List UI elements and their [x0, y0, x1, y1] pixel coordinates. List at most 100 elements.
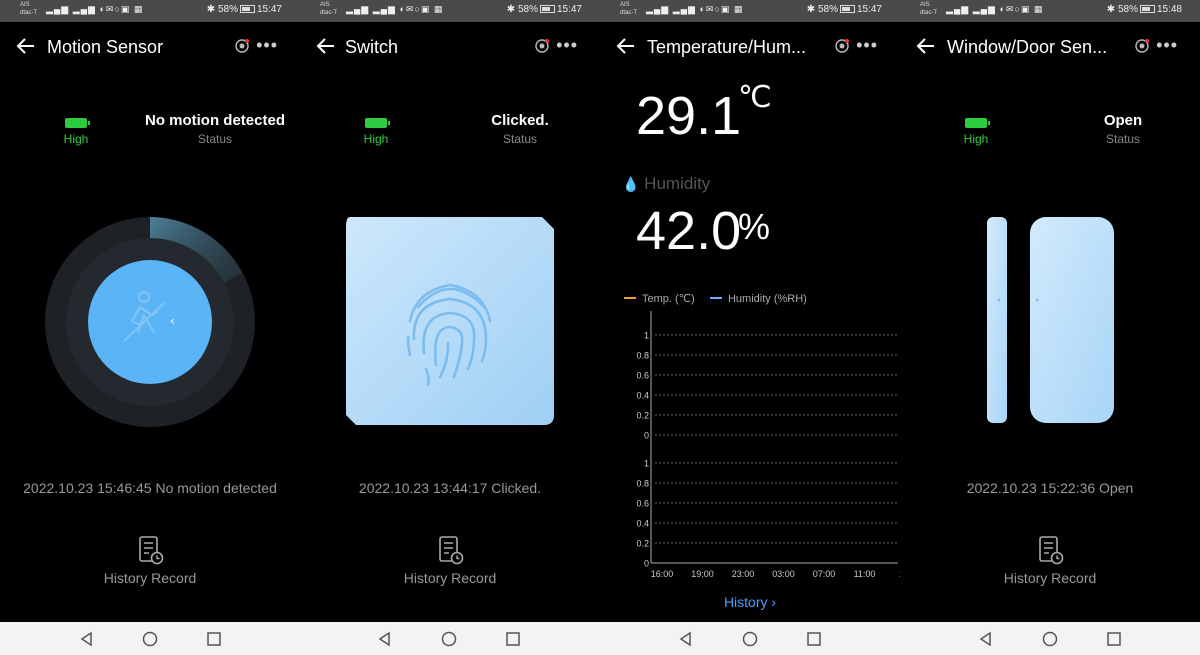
page-title: Temperature/Hum... — [647, 37, 807, 57]
nav-home-icon[interactable] — [440, 630, 458, 648]
app-header: Temperature/Hum... ••• — [600, 30, 900, 64]
more-options-icon[interactable]: ••• — [1156, 35, 1178, 56]
history-record-button[interactable]: History Record — [900, 534, 1200, 586]
nav-recents-icon[interactable] — [205, 630, 223, 648]
x-tick-label: 11:00 — [854, 569, 876, 579]
status-right: ✱ 58% 15:48 — [1106, 4, 1182, 15]
status-label: Status — [1105, 132, 1141, 146]
camera-icon[interactable] — [834, 38, 850, 54]
status-bar: AIS dtac-T ▂▄▆ ▂▄▆ ◐✉○▣ ▦ ✱ 58% 15:47 — [600, 0, 900, 22]
status-icons: ▂▄▆ ▂▄▆ ◐✉○▣ ▦ — [346, 4, 444, 14]
more-options-icon[interactable]: ••• — [556, 35, 578, 56]
last-event: 2022.10.23 15:46:45 No motion detected — [23, 480, 277, 496]
bottom-y-tick-label: 1 — [644, 459, 649, 469]
legend-temp: Temp. (℃) — [624, 293, 695, 305]
back-arrow-icon[interactable] — [14, 34, 38, 58]
x-tick-label: 07:00 — [813, 569, 836, 579]
nav-home-icon[interactable] — [1041, 630, 1059, 648]
status-right: ✱ 58% 15:47 — [206, 4, 282, 15]
status-icons: ▂▄▆ ▂▄▆ ◐✉○▣ ▦ — [646, 4, 744, 14]
top-y-tick-label: 0.2 — [636, 411, 649, 421]
history-record-label: History Record — [103, 570, 197, 586]
top-y-tick-label: 0.8 — [636, 351, 649, 361]
history-record-button[interactable]: History Record — [0, 534, 300, 586]
battery-level-label: High — [63, 132, 89, 146]
status-value: Open — [1103, 112, 1143, 129]
x-tick-label: 03:00 — [772, 569, 795, 579]
carrier-label: AIS dtac-T — [320, 2, 338, 16]
battery-level-label: High — [963, 132, 989, 146]
device-status: Open Status — [1068, 112, 1178, 146]
x-tick-label: 19:00 — [691, 569, 714, 579]
last-event: 2022.10.23 13:44:17 Clicked. — [358, 480, 542, 496]
battery-level-label: High — [363, 132, 389, 146]
navigation-bar — [900, 622, 1200, 655]
top-y-tick-label: 0.4 — [636, 391, 649, 401]
nav-back-icon[interactable] — [977, 630, 995, 648]
nav-recents-icon[interactable] — [504, 630, 522, 648]
bottom-y-tick-label: 0 — [644, 559, 649, 569]
camera-icon[interactable] — [534, 38, 550, 54]
nav-recents-icon[interactable] — [805, 630, 823, 648]
humidity-unit: % — [738, 206, 771, 247]
status-value: Clicked. — [491, 112, 549, 129]
droplet-icon: 💧 — [622, 176, 640, 192]
history-link[interactable]: History › — [600, 594, 900, 610]
battery-icon — [839, 5, 855, 13]
top-y-tick-label: 0 — [644, 431, 649, 441]
motion-sensor-screen: AIS dtac-T ▂▄▆ ▂▄▆ ◐✉○▣ ▦ ✱ 58% 15:47 Moti… — [0, 0, 300, 655]
battery-icon — [239, 5, 255, 13]
chart-legend: Temp. (℃) Humidity (%RH) — [624, 292, 807, 305]
back-arrow-icon[interactable] — [314, 34, 338, 58]
sensor-part — [1030, 217, 1114, 423]
battery-level-icon — [65, 118, 90, 128]
app-header: Motion Sensor ••• — [0, 30, 300, 64]
clock: 15:47 — [856, 4, 882, 15]
status-value: No motion detected — [144, 112, 285, 129]
history-record-label: History Record — [403, 570, 497, 586]
nav-back-icon[interactable] — [677, 630, 695, 648]
bottom-y-tick-label: 0.6 — [636, 499, 649, 509]
history-record-icon — [439, 536, 464, 565]
battery-level-icon — [365, 118, 390, 128]
camera-icon[interactable] — [234, 38, 250, 54]
status-bar: AIS dtac-T ▂▄▆ ▂▄▆ ◐✉○▣ ▦ ✱ 58% 15:47 — [0, 0, 300, 22]
battery-icon — [539, 5, 555, 13]
app-header: Switch ••• — [300, 30, 600, 64]
last-event: 2022.10.23 15:22:36 Open — [966, 480, 1134, 496]
history-record-button[interactable]: History Record — [300, 534, 600, 586]
more-options-icon[interactable]: ••• — [856, 35, 878, 56]
battery-percent: 58% — [217, 4, 238, 15]
svg-text:‹: ‹ — [170, 314, 175, 328]
history-chart: 10.80.60.40.2010.80.60.40.2016:00 19:00 23… — [636, 311, 900, 579]
door-sensor-device[interactable] — [986, 216, 1116, 426]
nav-recents-icon[interactable] — [1105, 630, 1123, 648]
back-arrow-icon[interactable] — [914, 34, 938, 58]
nav-home-icon[interactable] — [141, 630, 159, 648]
status-bar: AIS dtac-T ▂▄▆ ▂▄▆ ◐✉○▣ ▦ ✱ 58% 15:48 — [900, 0, 1200, 22]
battery-percent: 58% — [517, 4, 538, 15]
x-tick-label: 23:00 — [732, 569, 755, 579]
device-status: No motion detected Status — [140, 112, 290, 146]
page-title: Switch — [345, 37, 399, 57]
navigation-bar — [600, 622, 900, 655]
battery-percent: 58% — [817, 4, 838, 15]
more-options-icon[interactable]: ••• — [256, 35, 278, 56]
back-arrow-icon[interactable] — [614, 34, 638, 58]
top-y-tick-label: 0.6 — [636, 371, 649, 381]
motion-sensor-device[interactable]: ‹ — [40, 215, 260, 430]
navigation-bar — [300, 622, 600, 655]
switch-screen: AIS dtac-T ▂▄▆ ▂▄▆ ◐✉○▣ ▦ ✱ 58% 15:47 Swit… — [300, 0, 600, 655]
x-tick-label: 16:00 — [651, 569, 674, 579]
nav-back-icon[interactable] — [376, 630, 394, 648]
history-record-icon — [1039, 536, 1064, 565]
camera-icon[interactable] — [1134, 38, 1150, 54]
battery-percent: 58% — [1117, 4, 1138, 15]
nav-back-icon[interactable] — [78, 630, 96, 648]
fingerprint-switch-device[interactable] — [344, 215, 556, 427]
history-record-label: History Record — [1003, 570, 1097, 586]
battery-level: High — [360, 118, 392, 146]
navigation-bar — [0, 622, 300, 655]
nav-home-icon[interactable] — [741, 630, 759, 648]
status-right: ✱ 58% 15:47 — [506, 4, 582, 15]
